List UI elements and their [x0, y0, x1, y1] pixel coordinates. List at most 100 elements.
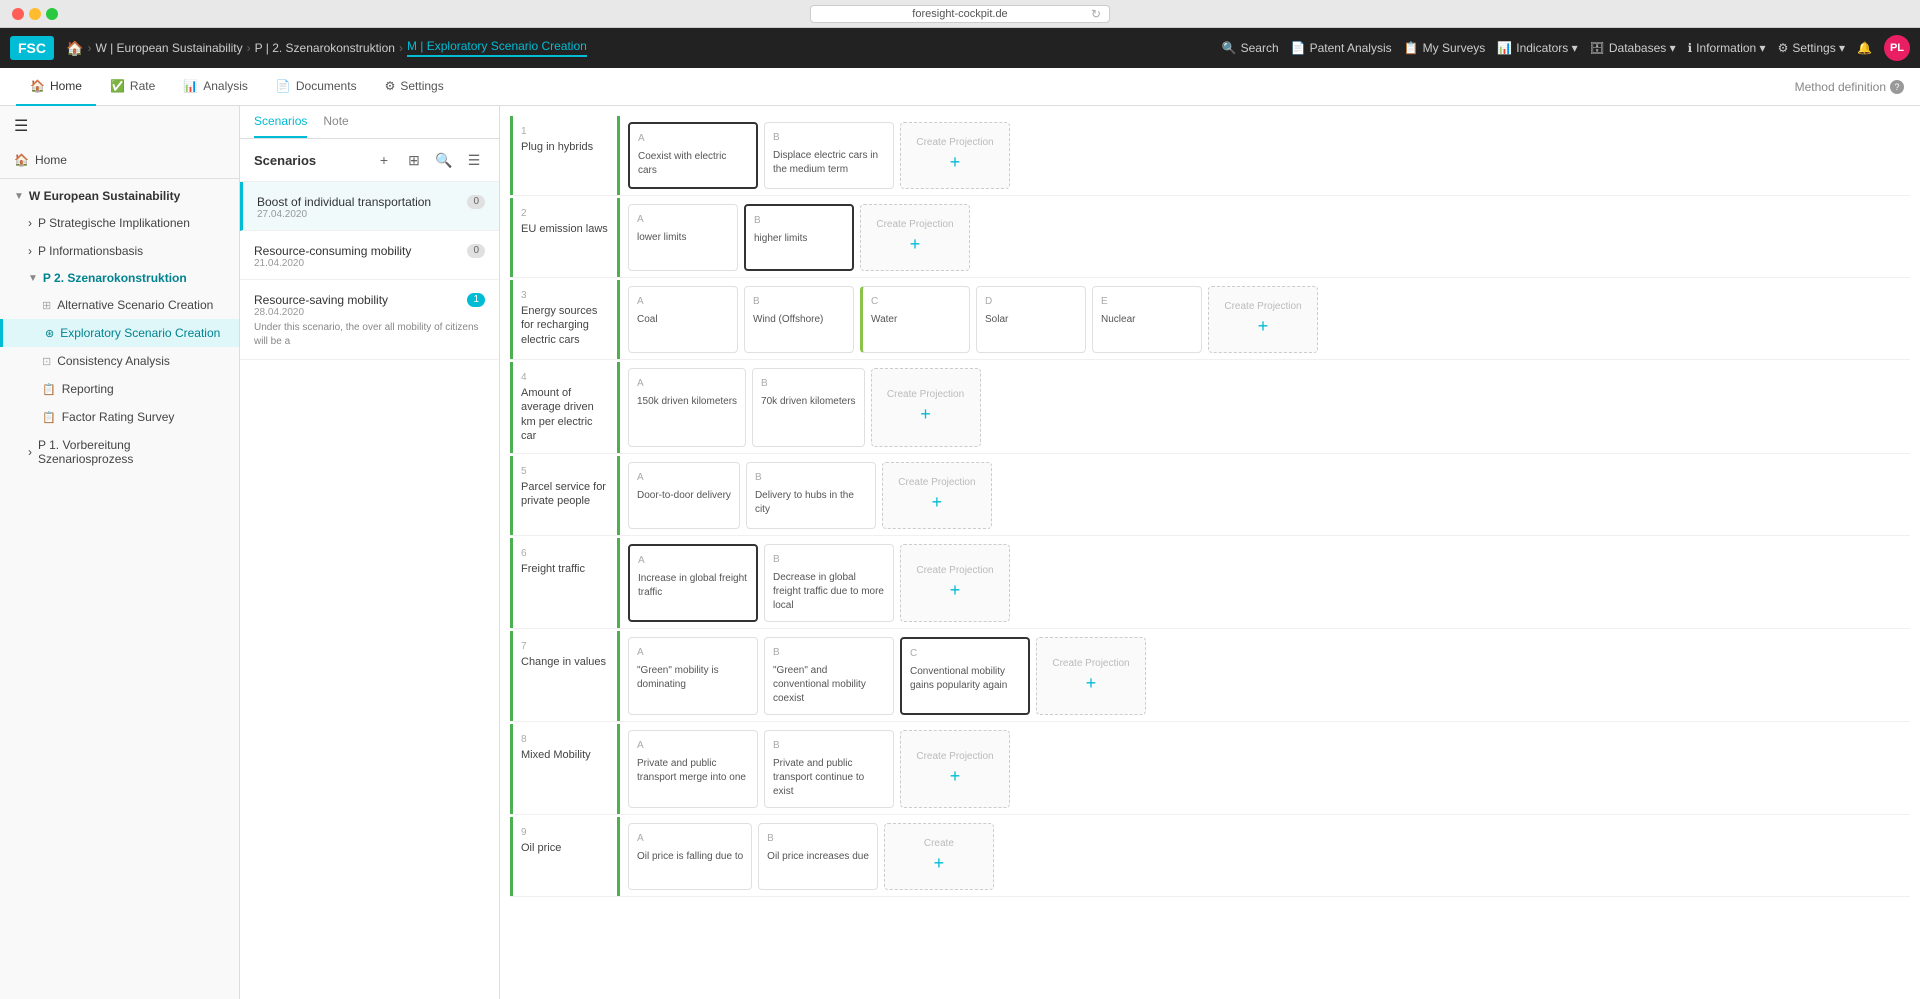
scenario-rs-description: Under this scenario, the over all mobili…: [254, 321, 485, 349]
method-def-info-icon: ?: [1890, 80, 1904, 94]
sidebar-item-home[interactable]: 🏠 Home: [0, 146, 239, 174]
scenario-item-resource-saving[interactable]: Resource-saving mobility 1 28.04.2020 Un…: [240, 280, 499, 360]
cell-3-d[interactable]: D Solar: [976, 286, 1086, 353]
patent-analysis-nav-item[interactable]: 📄 Patent Analysis: [1291, 41, 1392, 55]
breadcrumb-project[interactable]: P | 2. Szenarokonstruktion: [255, 41, 395, 55]
cell-2-b[interactable]: B higher limits: [744, 204, 854, 271]
cell-8-b[interactable]: B Private and public transport continue …: [764, 730, 894, 808]
cell-5-b[interactable]: B Delivery to hubs in the city: [746, 462, 876, 529]
cell-1-c-placeholder[interactable]: Create Projection +: [900, 122, 1010, 189]
add-projection-3-icon[interactable]: +: [1258, 314, 1269, 339]
user-avatar[interactable]: PL: [1884, 35, 1910, 61]
tab-rate[interactable]: ✅ Rate: [96, 68, 169, 106]
sidebar-item-reporting[interactable]: 📋 Reporting: [0, 375, 239, 403]
expand-dot[interactable]: [46, 8, 58, 20]
cell-7-c[interactable]: C Conventional mobility gains popularity…: [900, 637, 1030, 715]
tab-home[interactable]: 🏠 Home: [16, 68, 96, 106]
cell-7-b[interactable]: B "Green" and conventional mobility coex…: [764, 637, 894, 715]
row-label-2: 2 EU emission laws: [510, 198, 620, 277]
cell-2-c-placeholder[interactable]: Create Projection +: [860, 204, 970, 271]
cell-6-c-placeholder[interactable]: Create Projection +: [900, 544, 1010, 622]
scenario-rc-meta: Resource-consuming mobility 0: [254, 244, 485, 258]
bell-icon: 🔔: [1857, 41, 1872, 55]
sidebar-item-informationsbasis[interactable]: › P Informationsbasis: [0, 237, 239, 265]
row-label-9: 9 Oil price: [510, 817, 620, 896]
indicators-nav-item[interactable]: 📊 Indicators ▾: [1497, 41, 1577, 55]
notifications-nav-item[interactable]: 🔔: [1857, 41, 1872, 55]
top-nav: FSC 🏠 › W | European Sustainability › P …: [0, 28, 1920, 68]
sidebar-menu-toggle[interactable]: ☰: [0, 106, 239, 146]
cell-5-c-placeholder[interactable]: Create Projection +: [882, 462, 992, 529]
sidebar-group-szenarokonstruktion[interactable]: ▼ P 2. Szenarokonstruktion: [0, 265, 239, 291]
scenario-rs-date: 28.04.2020: [254, 307, 485, 318]
sidebar-item-alternative-scenario[interactable]: ⊞ Alternative Scenario Creation: [0, 291, 239, 319]
tab-settings[interactable]: ⚙ Settings: [371, 68, 458, 106]
cell-4-a[interactable]: A 150k driven kilometers: [628, 368, 746, 447]
my-surveys-nav-item[interactable]: 📋 My Surveys: [1404, 41, 1486, 55]
cell-5-a[interactable]: A Door-to-door delivery: [628, 462, 740, 529]
cell-3-a[interactable]: A Coal: [628, 286, 738, 353]
fsc-logo[interactable]: FSC: [10, 36, 54, 60]
cell-3-c[interactable]: C Water: [860, 286, 970, 353]
add-projection-2-icon[interactable]: +: [910, 232, 921, 257]
method-definition[interactable]: Method definition ?: [1795, 80, 1904, 94]
middle-tab-scenarios[interactable]: Scenarios: [254, 106, 307, 138]
breadcrumb-module[interactable]: M | Exploratory Scenario Creation: [407, 39, 587, 57]
cell-3-b[interactable]: B Wind (Offshore): [744, 286, 854, 353]
settings-nav-item[interactable]: ⚙ Settings ▾: [1778, 41, 1845, 55]
scenario-item-resource-consuming[interactable]: Resource-consuming mobility 0 21.04.2020: [240, 231, 499, 280]
sidebar-item-exploratory-scenario[interactable]: ⊛ Exploratory Scenario Creation: [0, 319, 239, 347]
home-tab-icon: 🏠: [30, 79, 45, 93]
cell-7-d-placeholder[interactable]: Create Projection +: [1036, 637, 1146, 715]
tab-analysis[interactable]: 📊 Analysis: [169, 68, 262, 106]
sidebar-item-strategische[interactable]: › P Strategische Implikationen: [0, 209, 239, 237]
add-scenario-button[interactable]: +: [373, 149, 395, 171]
cell-4-c-placeholder[interactable]: Create Projection +: [871, 368, 981, 447]
add-projection-9-icon[interactable]: +: [934, 851, 945, 876]
add-projection-8-icon[interactable]: +: [950, 764, 961, 789]
canvas-row-3: 3 Energy sources for recharging electric…: [510, 280, 1910, 360]
databases-nav-item[interactable]: 🗄 Databases ▾: [1590, 41, 1676, 55]
cell-1-a[interactable]: A Coexist with electric cars: [628, 122, 758, 189]
search-scenarios-button[interactable]: 🔍: [433, 149, 455, 171]
chevron-right-icon-3: ›: [28, 445, 32, 459]
reload-icon[interactable]: ↻: [1091, 7, 1101, 21]
cell-3-e[interactable]: E Nuclear: [1092, 286, 1202, 353]
grid-view-button[interactable]: ⊞: [403, 149, 425, 171]
cell-2-a[interactable]: A lower limits: [628, 204, 738, 271]
cell-6-b[interactable]: B Decrease in global freight traffic due…: [764, 544, 894, 622]
close-dot[interactable]: [12, 8, 24, 20]
cell-7-a[interactable]: A "Green" mobility is dominating: [628, 637, 758, 715]
information-nav-item[interactable]: ℹ Information ▾: [1688, 41, 1766, 55]
sidebar-item-consistency-analysis[interactable]: ⊡ Consistency Analysis: [0, 347, 239, 375]
row-9-cells: A Oil price is falling due to B Oil pric…: [620, 817, 1910, 896]
breadcrumb-workspace[interactable]: W | European Sustainability: [95, 41, 242, 55]
add-projection-1-icon[interactable]: +: [950, 150, 961, 175]
scenario-item-boost[interactable]: Boost of individual transportation 0 27.…: [240, 182, 499, 231]
search-nav-item[interactable]: 🔍 Search: [1222, 41, 1279, 55]
cell-9-b[interactable]: B Oil price increases due: [758, 823, 878, 890]
tab-documents[interactable]: 📄 Documents: [262, 68, 371, 106]
home-nav-icon[interactable]: 🏠: [66, 40, 83, 57]
cell-1-b[interactable]: B Displace electric cars in the medium t…: [764, 122, 894, 189]
sidebar-group-european-sustainability[interactable]: ▼ W European Sustainability: [0, 183, 239, 209]
cell-4-b[interactable]: B 70k driven kilometers: [752, 368, 864, 447]
middle-tab-note[interactable]: Note: [323, 106, 348, 138]
breadcrumb-sep-1: ›: [87, 41, 91, 55]
sidebar-item-vorbereitung[interactable]: › P 1. Vorbereitung Szenariosprozess: [0, 431, 239, 473]
add-projection-4-icon[interactable]: +: [920, 402, 931, 427]
cell-9-a[interactable]: A Oil price is falling due to: [628, 823, 752, 890]
sidebar-item-factor-rating[interactable]: 📋 Factor Rating Survey: [0, 403, 239, 431]
cell-9-c-placeholder[interactable]: Create +: [884, 823, 994, 890]
cell-6-a[interactable]: A Increase in global freight traffic: [628, 544, 758, 622]
cell-8-a[interactable]: A Private and public transport merge int…: [628, 730, 758, 808]
add-projection-6-icon[interactable]: +: [950, 578, 961, 603]
canvas-row-5: 5 Parcel service for private people A Do…: [510, 456, 1910, 536]
filter-scenarios-button[interactable]: ☰: [463, 149, 485, 171]
cell-3-f-placeholder[interactable]: Create Projection +: [1208, 286, 1318, 353]
minimize-dot[interactable]: [29, 8, 41, 20]
add-projection-5-icon[interactable]: +: [932, 490, 943, 515]
row-1-cells: A Coexist with electric cars B Displace …: [620, 116, 1910, 195]
cell-8-c-placeholder[interactable]: Create Projection +: [900, 730, 1010, 808]
add-projection-7-icon[interactable]: +: [1086, 671, 1097, 696]
